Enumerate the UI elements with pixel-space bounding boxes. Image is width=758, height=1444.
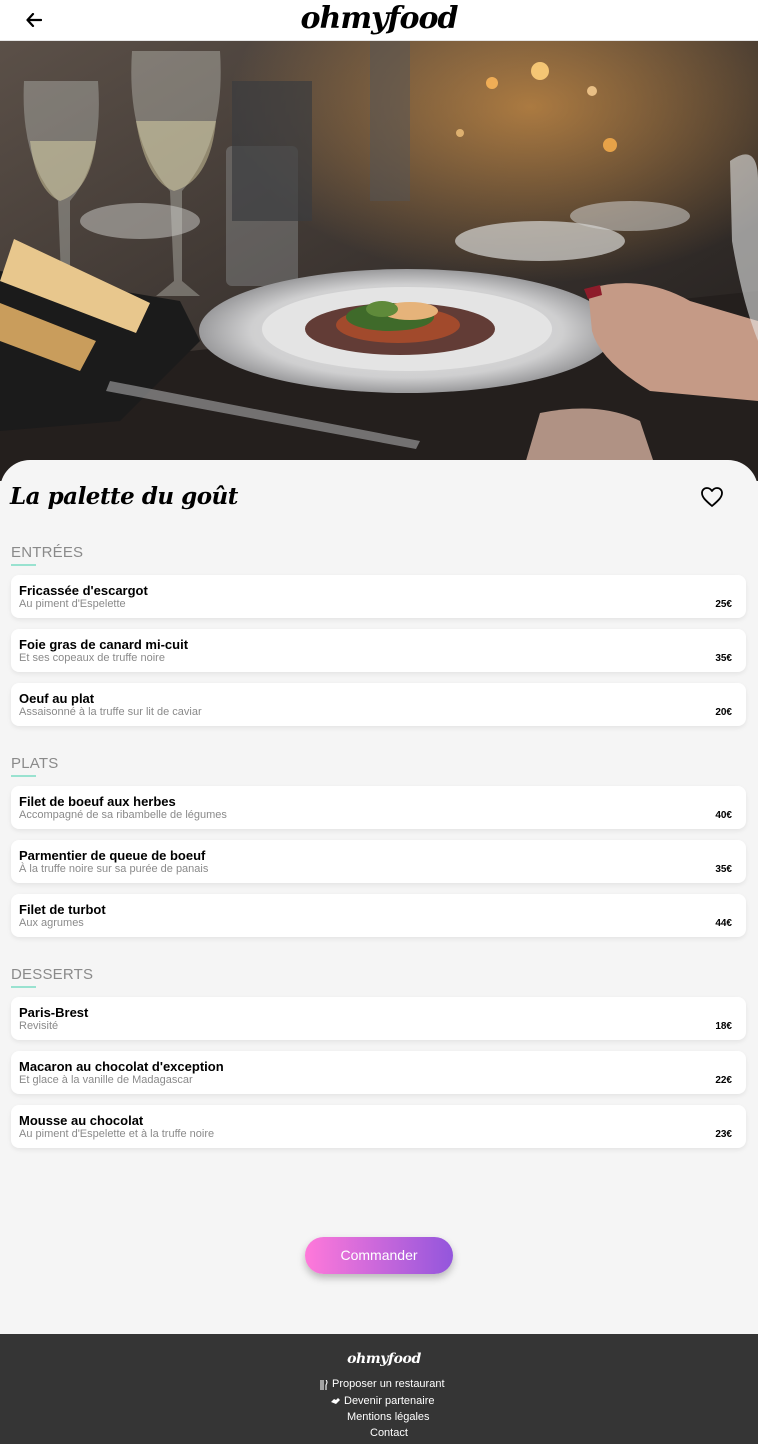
dish-description: Et glace à la vanille de Madagascar <box>19 1074 193 1086</box>
menu-item-card[interactable]: Fricassée d'escargot Au piment d'Espelet… <box>11 575 746 618</box>
dish-name: Fricassée d'escargot <box>19 583 148 598</box>
section-title-desserts: DESSERTS <box>11 966 94 983</box>
dish-name: Paris-Brest <box>19 1005 89 1020</box>
restaurant-photo <box>0 41 758 481</box>
footer-link-label: Proposer un restaurant <box>332 1378 445 1390</box>
menu-panel: La palette du goût ENTRÉES Fricassée d'e… <box>0 460 758 1334</box>
dish-description: À la truffe noire sur sa purée de panais <box>19 863 209 875</box>
dish-description: Revisité <box>19 1020 59 1032</box>
dish-description: Assaisonné à la truffe sur lit de caviar <box>19 706 202 718</box>
dish-price: 22€ <box>715 1075 732 1086</box>
menu-item-card[interactable]: Oeuf au plat Assaisonné à la truffe sur … <box>11 683 746 726</box>
dish-name: Parmentier de queue de boeuf <box>19 848 206 863</box>
dish-price: 20€ <box>715 707 732 718</box>
arrow-left-icon <box>26 13 42 27</box>
footer-brand-logo[interactable]: ohmyfood <box>343 1350 425 1368</box>
dish-name: Oeuf au plat <box>19 691 95 706</box>
heart-outline-icon <box>701 487 723 507</box>
section-underline <box>11 564 36 566</box>
dish-name: Mousse au chocolat <box>19 1113 144 1128</box>
brand-logo[interactable]: ohmyfood <box>0 0 758 41</box>
dish-price: 35€ <box>715 864 732 875</box>
dish-name: Filet de boeuf aux herbes <box>19 794 176 809</box>
footer: ohmyfood Proposer un restaurant Devenir … <box>0 1334 758 1444</box>
dish-description: Au piment d'Espelette et à la truffe noi… <box>19 1128 215 1140</box>
handshake-icon <box>331 1398 340 1404</box>
dish-price: 35€ <box>715 653 732 664</box>
footer-link-contact[interactable]: Contact <box>370 1426 408 1441</box>
footer-link-become-partner[interactable]: Devenir partenaire <box>331 1394 435 1409</box>
section-title-plats: PLATS <box>11 755 59 772</box>
menu-item-card[interactable]: Mousse au chocolat Au piment d'Espelette… <box>11 1105 746 1148</box>
dish-description: Au piment d'Espelette <box>19 598 126 610</box>
dish-price: 44€ <box>715 918 732 929</box>
dish-price: 18€ <box>715 1021 732 1032</box>
section-underline <box>11 775 36 777</box>
footer-link-label: Mentions légales <box>347 1411 430 1423</box>
menu-item-card[interactable]: Parmentier de queue de boeuf À la truffe… <box>11 840 746 883</box>
back-button[interactable] <box>22 9 46 31</box>
favorite-button[interactable] <box>699 485 725 509</box>
dish-description: Accompagné de sa ribambelle de légumes <box>19 809 227 821</box>
dish-price: 40€ <box>715 810 732 821</box>
menu-item-card[interactable]: Paris-Brest Revisité 18€ <box>11 997 746 1040</box>
dish-name: Macaron au chocolat d'exception <box>19 1059 224 1074</box>
restaurant-name: La palette du goût <box>10 483 238 510</box>
menu-item-card[interactable]: Filet de turbot Aux agrumes 44€ <box>11 894 746 937</box>
menu-item-card[interactable]: Filet de boeuf aux herbes Accompagné de … <box>11 786 746 829</box>
utensils-icon <box>320 1379 328 1390</box>
footer-link-legal-notice[interactable]: Mentions légales <box>347 1410 430 1425</box>
dish-description: Aux agrumes <box>19 917 84 929</box>
top-header: ohmyfood <box>0 0 758 41</box>
dish-name: Filet de turbot <box>19 902 106 917</box>
menu-item-card[interactable]: Foie gras de canard mi-cuit Et ses copea… <box>11 629 746 672</box>
footer-link-propose-restaurant[interactable]: Proposer un restaurant <box>320 1377 445 1392</box>
section-underline <box>11 986 36 988</box>
footer-link-label: Contact <box>370 1427 408 1439</box>
order-button[interactable]: Commander <box>305 1237 453 1274</box>
footer-link-label: Devenir partenaire <box>344 1395 435 1407</box>
dish-name: Foie gras de canard mi-cuit <box>19 637 189 652</box>
dish-description: Et ses copeaux de truffe noire <box>19 652 165 664</box>
dish-price: 25€ <box>715 599 732 610</box>
menu-item-card[interactable]: Macaron au chocolat d'exception Et glace… <box>11 1051 746 1094</box>
section-title-entrees: ENTRÉES <box>11 544 84 561</box>
hero-image <box>0 41 758 481</box>
dish-price: 23€ <box>715 1129 732 1140</box>
